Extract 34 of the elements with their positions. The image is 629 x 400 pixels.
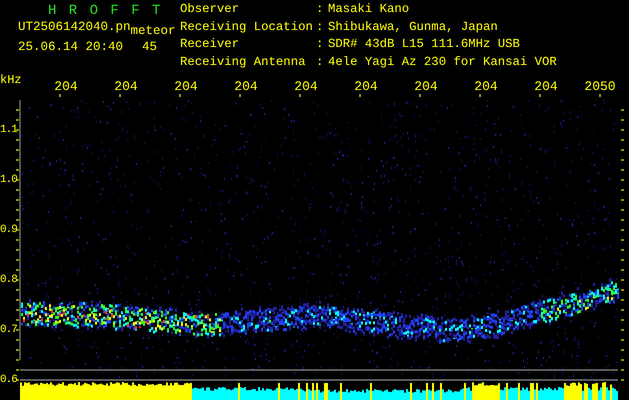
- x-axis-label: 204: [54, 80, 78, 94]
- y-axis-label: 0.9: [0, 224, 17, 236]
- x-axis-label: 204: [114, 80, 138, 94]
- info-value: Shibukawa, Gunma, Japan: [328, 22, 499, 36]
- x-axis-label: 204: [534, 80, 558, 94]
- x-axis-label: 204: [354, 80, 378, 94]
- info-separator: :: [316, 22, 324, 36]
- x-axis-label: 2050: [584, 80, 616, 94]
- y-axis-label: 1.0: [0, 174, 17, 186]
- x-axis-label: 204: [294, 80, 318, 94]
- event-type: meteor: [130, 24, 176, 38]
- app-title: H R O F F T: [48, 4, 162, 18]
- x-axis-label: 204: [174, 80, 198, 94]
- y-axis-label: 1.1: [0, 124, 17, 136]
- info-label: Receiving Antenna: [180, 56, 306, 70]
- info-separator: :: [316, 56, 324, 70]
- info-value: 4ele Yagi Az 230 for Kansai VOR: [328, 56, 557, 70]
- x-axis-label: 204: [474, 80, 498, 94]
- y-axis-label: 0.6: [0, 374, 17, 386]
- x-axis-label: 204: [414, 80, 438, 94]
- x-axis-label: 204: [234, 80, 258, 94]
- info-value: Masaki Kano: [328, 4, 410, 18]
- info-label: Observer: [180, 4, 240, 18]
- axis-unit: kHz: [0, 74, 22, 86]
- timestamp: 25.06.14 20:40: [18, 40, 124, 54]
- y-axis-label: 0.8: [0, 274, 17, 286]
- file-name: UT2506142040.pn: [18, 20, 131, 34]
- y-axis-label: 0.7: [0, 324, 17, 336]
- info-separator: :: [316, 39, 324, 53]
- info-label: Receiver: [180, 39, 240, 53]
- info-value: SDR# 43dB L15 111.6MHz USB: [328, 39, 521, 53]
- event-count: 45: [142, 40, 158, 54]
- info-label: Receiving Location: [180, 22, 314, 36]
- info-separator: :: [316, 4, 324, 18]
